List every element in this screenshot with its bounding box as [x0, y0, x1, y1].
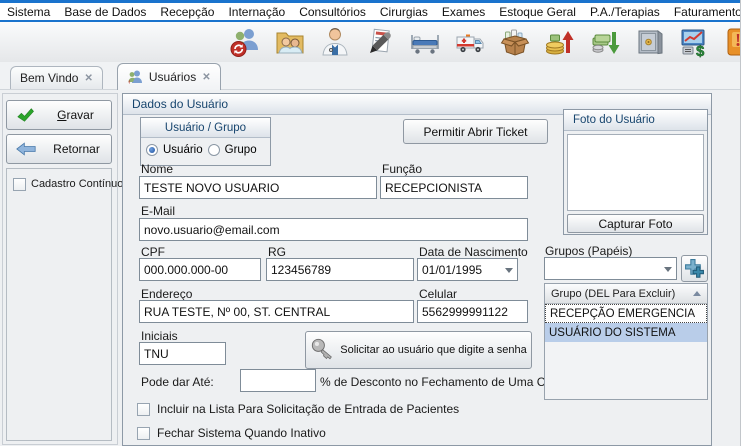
cadastro-continuo-checkbox[interactable]: [13, 178, 26, 191]
capturar-foto-button[interactable]: Capturar Foto: [567, 214, 704, 233]
alert-icon[interactable]: [723, 25, 741, 59]
hospital-bed-icon[interactable]: [408, 25, 442, 59]
date-dropdown-icon[interactable]: [505, 268, 513, 273]
tab-usuarios[interactable]: Usuários ✕: [117, 63, 221, 90]
ambulance-icon[interactable]: [453, 25, 487, 59]
financial-chart-icon[interactable]: $: [678, 25, 712, 59]
usuario-grupo-panel: Usuário / Grupo Usuário Grupo: [140, 117, 271, 166]
funcao-input[interactable]: [380, 176, 528, 199]
users-sync-icon[interactable]: [228, 25, 262, 59]
solicitar-senha-label: Solicitar ao usuário que digite a senha: [340, 344, 527, 356]
data-nascimento-input[interactable]: [417, 258, 518, 281]
menu-item-pa-terapias[interactable]: P.A./Terapias: [583, 5, 667, 19]
toolbar: $: [0, 22, 741, 62]
tab-bem-vindo-label: Bem Vindo: [20, 71, 78, 85]
email-input[interactable]: [139, 218, 528, 241]
svg-text:$: $: [696, 43, 705, 58]
toolbar-icons: $: [228, 25, 741, 59]
prescription-icon[interactable]: [363, 25, 397, 59]
close-icon[interactable]: ✕: [84, 73, 92, 84]
menu-item-cirurgias[interactable]: Cirurgias: [373, 5, 435, 19]
nome-label: Nome: [141, 162, 173, 176]
cadastro-continuo-label: Cadastro Contínuo: [31, 178, 123, 190]
sidebar-panel: Gravar Retornar Cadastro Contínuo: [2, 93, 118, 445]
iniciais-input[interactable]: [139, 342, 226, 365]
incluir-lista-label: Incluir na Lista Para Solicitação de Ent…: [157, 402, 459, 416]
menu-item-recepcao[interactable]: Recepção: [153, 5, 221, 19]
add-group-button[interactable]: [681, 255, 708, 282]
grupos-combo[interactable]: [544, 257, 677, 280]
email-label: E-Mail: [141, 204, 175, 218]
celular-label: Celular: [419, 287, 457, 301]
list-item-recepcao-emergencia[interactable]: RECEPÇÃO EMERGENCIA: [545, 304, 707, 323]
rg-input[interactable]: [266, 258, 414, 281]
foto-usuario-panel: Foto do Usuário Capturar Foto: [563, 109, 708, 235]
celular-input[interactable]: [417, 300, 528, 323]
retornar-button[interactable]: Retornar: [6, 134, 112, 164]
gravar-button[interactable]: Gravar: [6, 100, 112, 130]
user-photo-placeholder: [567, 134, 704, 211]
radio-grupo[interactable]: [208, 144, 220, 156]
back-arrow-icon: [16, 142, 36, 156]
radio-grupo-label: Grupo: [225, 144, 257, 156]
desconto-prefix-label: Pode dar Até:: [141, 375, 214, 389]
list-item-usuario-do-sistema[interactable]: USUÁRIO DO SISTEMA: [545, 323, 707, 342]
menu-item-sistema[interactable]: Sistema: [0, 5, 57, 19]
cpf-input[interactable]: [139, 258, 261, 281]
key-icon: [310, 337, 336, 363]
content-area: Gravar Retornar Cadastro Contínuo Dados …: [0, 90, 741, 446]
foto-usuario-title: Foto do Usuário: [564, 110, 707, 131]
sort-asc-icon: [693, 291, 701, 296]
cadastro-continuo-box: Cadastro Contínuo: [6, 168, 112, 441]
nome-input[interactable]: [139, 176, 377, 199]
close-icon[interactable]: ✕: [202, 72, 210, 83]
tab-bem-vindo[interactable]: Bem Vindo ✕: [10, 66, 103, 89]
dados-usuario-title: Dados do Usuário: [132, 97, 228, 111]
grupos-list-header[interactable]: Grupo (DEL Para Excluir): [545, 284, 707, 304]
menu-item-internacao[interactable]: Internação: [221, 5, 292, 19]
money-in-icon[interactable]: [543, 25, 577, 59]
desconto-input[interactable]: [240, 369, 316, 392]
menu-item-estoque-geral[interactable]: Estoque Geral: [492, 5, 583, 19]
check-icon: [16, 106, 34, 124]
cpf-label: CPF: [141, 245, 165, 259]
menu-item-faturamento[interactable]: Faturamento: [667, 5, 741, 19]
endereco-label: Endereço: [141, 287, 192, 301]
menu-item-base-de-dados[interactable]: Base de Dados: [57, 5, 153, 19]
menu-bar: Sistema Base de Dados Recepção Internaçã…: [0, 0, 741, 22]
endereco-input[interactable]: [139, 300, 414, 323]
safe-icon[interactable]: [633, 25, 667, 59]
permitir-abrir-ticket-button[interactable]: Permitir Abrir Ticket: [403, 119, 548, 144]
radio-usuario-label: Usuário: [163, 144, 203, 156]
menu-item-consultorios[interactable]: Consultórios: [292, 5, 373, 19]
grupos-dropdown-icon[interactable]: [664, 267, 672, 272]
usuario-grupo-title: Usuário / Grupo: [141, 118, 270, 138]
rg-label: RG: [268, 245, 286, 259]
tab-bar: Bem Vindo ✕ Usuários ✕: [0, 62, 741, 90]
incluir-lista-checkbox[interactable]: [137, 403, 150, 416]
radio-usuario[interactable]: [146, 144, 158, 156]
data-nascimento-label: Data de Nascimento: [419, 245, 528, 259]
users-icon: [127, 69, 143, 85]
menu-item-exames[interactable]: Exames: [435, 5, 492, 19]
tab-usuarios-label: Usuários: [149, 70, 196, 84]
fechar-sistema-label: Fechar Sistema Quando Inativo: [157, 426, 326, 440]
iniciais-label: Iniciais: [141, 329, 178, 343]
fechar-sistema-checkbox[interactable]: [137, 427, 150, 440]
patient-records-icon[interactable]: [273, 25, 307, 59]
funcao-label: Função: [382, 162, 422, 176]
money-out-icon[interactable]: [588, 25, 622, 59]
application-window: Sistema Base de Dados Recepção Internaçã…: [0, 0, 741, 446]
grupos-list-header-label: Grupo (DEL Para Excluir): [551, 288, 675, 300]
doctor-icon[interactable]: [318, 25, 352, 59]
solicitar-senha-button[interactable]: Solicitar ao usuário que digite a senha: [305, 331, 532, 369]
grupos-list: Grupo (DEL Para Excluir) RECEPÇÃO EMERGE…: [544, 283, 708, 400]
stock-icon[interactable]: [498, 25, 532, 59]
usuario-grupo-options: Usuário Grupo: [141, 138, 270, 162]
add-group-icon: [684, 258, 705, 279]
gravar-button-label: Gravar: [40, 108, 111, 122]
retornar-button-label: Retornar: [42, 142, 111, 156]
grupos-papeis-label: Grupos (Papéis): [545, 244, 632, 258]
